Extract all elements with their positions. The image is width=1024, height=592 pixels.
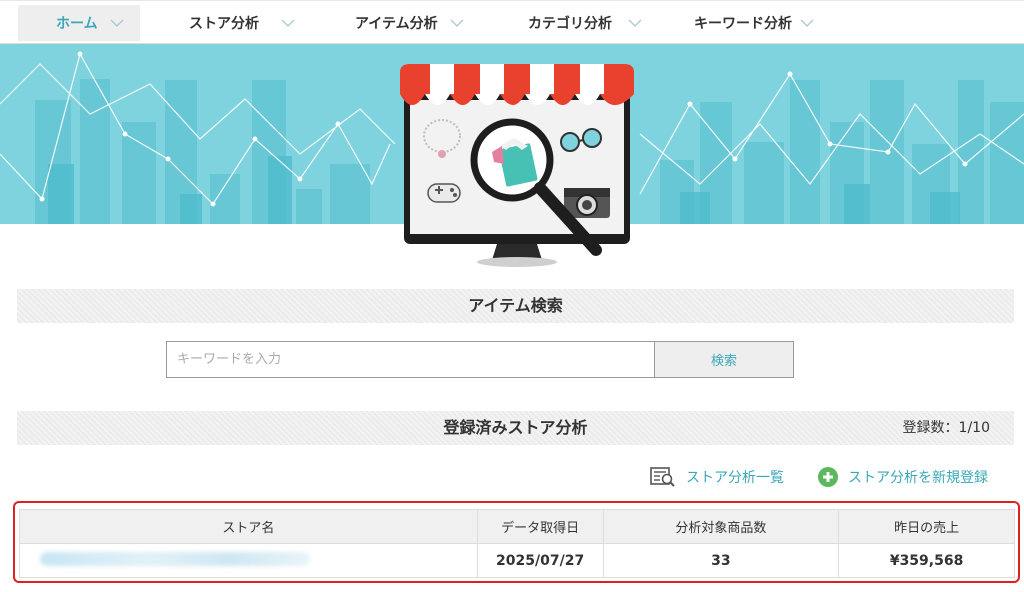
store-analysis-new-link[interactable]: ストア分析を新規登録 [818,466,988,488]
add-circle-icon [818,467,838,487]
nav-item-label: アイテム分析 [355,16,438,32]
chevron-down-icon [628,16,642,30]
store-analysis-list-link[interactable]: ストア分析一覧 [650,466,784,488]
yesterday-sales-cell: ¥359,568 [838,543,1015,578]
section-title: 登録済みストア分析 [443,418,588,437]
item-search-header: アイテム検索 [17,289,1014,323]
section-title: アイテム検索 [468,296,563,315]
nav-item-home[interactable]: ホーム [18,5,140,41]
item-count-cell: 33 [602,543,840,578]
registered-stores-table: ストア名 データ取得日 分析対象商品数 昨日の売上 2025/07/27 33 … [19,509,1015,578]
nav-item-label: ホーム [56,16,98,32]
nav-item-label: キーワード分析 [694,16,792,32]
store-name-cell[interactable] [19,543,478,578]
column-header-item-count: 分析対象商品数 [602,509,840,544]
nav-item-item-analysis[interactable]: アイテム分析 [355,5,464,41]
top-nav: ホーム ストア分析 アイテム分析 カテゴリ分析 キーワード分析 [0,0,1024,44]
nav-item-label: ストア分析 [189,16,259,32]
registered-stores-table-highlight: ストア名 データ取得日 分析対象商品数 昨日の売上 2025/07/27 33 … [13,501,1020,583]
keyword-search-input[interactable] [166,341,655,378]
search-button[interactable]: 検索 [654,341,794,378]
chevron-down-icon [450,16,464,30]
nav-item-store-analysis[interactable]: ストア分析 [189,5,295,41]
redacted-store-name [40,551,310,566]
nav-item-label: カテゴリ分析 [528,16,612,32]
registration-count: 登録数：1/10 [902,420,990,436]
store-analysis-header: 登録済みストア分析 登録数：1/10 [17,411,1014,445]
chevron-down-icon [110,16,124,30]
data-date-cell: 2025/07/27 [476,543,604,578]
table-row[interactable]: 2025/07/27 33 ¥359,568 [19,543,1015,578]
column-header-store-name: ストア名 [19,509,478,544]
online-shop-illustration [392,64,642,270]
nav-item-keyword-analysis[interactable]: キーワード分析 [694,5,814,41]
table-header-row: ストア名 データ取得日 分析対象商品数 昨日の売上 [19,509,1015,544]
nav-item-category-analysis[interactable]: カテゴリ分析 [528,5,642,41]
link-label: ストア分析を新規登録 [848,470,988,486]
column-header-yesterday-sales: 昨日の売上 [838,509,1015,544]
chevron-down-icon [281,16,295,30]
link-label: ストア分析一覧 [686,470,784,486]
chevron-down-icon [800,16,814,30]
list-search-icon [650,466,676,488]
column-header-data-date: データ取得日 [476,509,604,544]
